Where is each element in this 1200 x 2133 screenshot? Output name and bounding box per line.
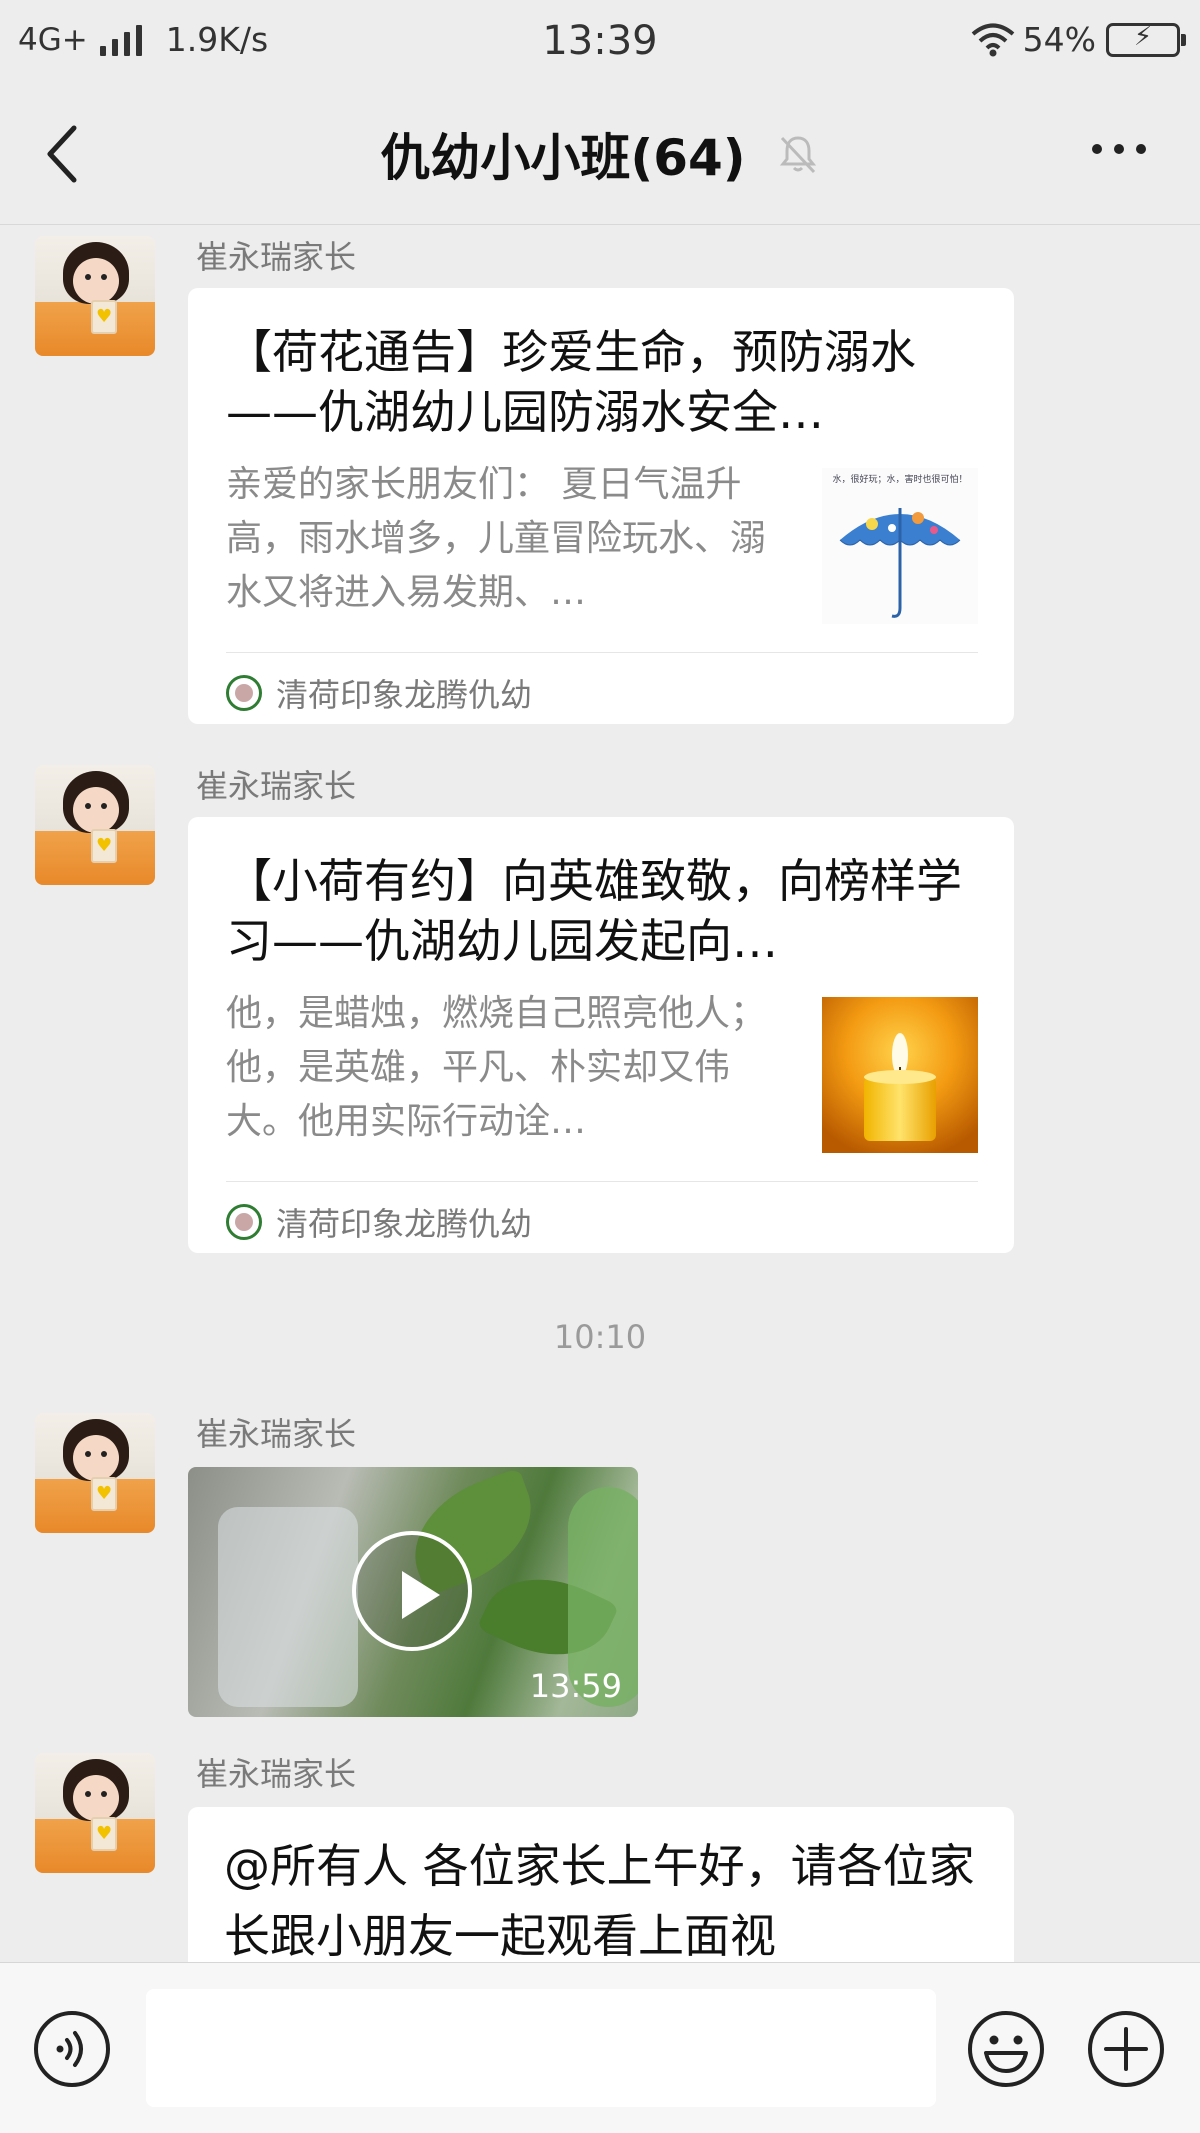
article-card[interactable]: 【荷花通告】珍爱生命，预防溺水——仇湖幼儿园防溺水安全… 亲爱的家长朋友们： 夏… xyxy=(188,288,1014,724)
video-message[interactable]: 13:59 xyxy=(188,1467,638,1717)
input-bar xyxy=(0,1962,1200,2133)
play-icon[interactable] xyxy=(352,1531,472,1651)
time-divider: 10:10 xyxy=(553,1318,647,1356)
chat-title: 仇幼小小班(64) xyxy=(380,129,746,187)
article-description: 亲爱的家长朋友们： 夏日气温升高，雨水增多，儿童冒险玩水、溺水又将进入易发期、… xyxy=(226,464,767,613)
source-logo-icon xyxy=(226,1204,262,1240)
sender-name: 崔永瑞家长 xyxy=(196,1415,357,1453)
bell-muted-icon xyxy=(779,136,816,174)
battery-icon: ⚡ xyxy=(1106,22,1186,57)
text-message[interactable]: @所有人 各位家长上午好，请各位家长跟小朋友一起观看上面视 xyxy=(188,1807,1014,1962)
message-input[interactable] xyxy=(146,1989,936,2107)
article-title: 【荷花通告】珍爱生命，预防溺水——仇湖幼儿园防溺水安全… xyxy=(226,325,916,439)
chat-header: 仇幼小小班(64) xyxy=(0,84,1200,225)
umbrella-image: 水，很好玩；水，害时也很可怕！ xyxy=(822,468,978,624)
more-icon[interactable] xyxy=(1092,144,1146,154)
article-source: 清荷印象龙腾仇幼 xyxy=(226,670,532,716)
candle-image xyxy=(822,997,978,1153)
message-list[interactable]: ♥ 崔永瑞家长 【荷花通告】珍爱生命，预防溺水——仇湖幼儿园防溺水安全… 亲爱的… xyxy=(0,226,1200,1962)
thumbnail-caption: 水，很好玩；水，害时也很可怕！ xyxy=(832,473,967,485)
avatar[interactable]: ♥ xyxy=(35,236,155,356)
voice-icon[interactable] xyxy=(32,2009,112,2089)
article-description: 他，是蜡烛，燃烧自己照亮他人；他，是英雄，平凡、朴实却又伟大。他用实际行动诠… xyxy=(226,993,767,1142)
avatar[interactable]: ♥ xyxy=(35,1753,155,1873)
card-divider xyxy=(226,1181,978,1182)
status-bar: 4G+ 1.9K/s 13:39 54% ⚡ xyxy=(0,0,1200,84)
article-thumbnail: 水，很好玩；水，害时也很可怕！ xyxy=(822,468,978,624)
article-title: 【小荷有约】向英雄致敬，向榜样学习——仇湖幼儿园发起向… xyxy=(226,854,962,968)
sender-name: 崔永瑞家长 xyxy=(196,1755,357,1793)
source-name: 清荷印象龙腾仇幼 xyxy=(276,1205,533,1243)
avatar[interactable]: ♥ xyxy=(35,765,155,885)
article-source: 清荷印象龙腾仇幼 xyxy=(226,1199,532,1245)
article-thumbnail xyxy=(822,997,978,1153)
source-name: 清荷印象龙腾仇幼 xyxy=(276,676,533,714)
emoji-icon[interactable] xyxy=(966,2009,1046,2089)
sender-name: 崔永瑞家长 xyxy=(196,238,357,276)
sender-name: 崔永瑞家长 xyxy=(196,767,357,805)
status-right: 54% ⚡ xyxy=(971,20,1186,59)
battery-percent: 54% xyxy=(1022,20,1096,59)
avatar[interactable]: ♥ xyxy=(35,1413,155,1533)
wifi-icon xyxy=(971,23,1014,56)
video-duration: 13:59 xyxy=(529,1667,622,1705)
article-card[interactable]: 【小荷有约】向英雄致敬，向榜样学习——仇湖幼儿园发起向… 他，是蜡烛，燃烧自己照… xyxy=(188,817,1014,1253)
plus-icon[interactable] xyxy=(1086,2009,1166,2089)
card-divider xyxy=(226,652,978,653)
chat-title-wrap: 仇幼小小班(64) xyxy=(0,118,1200,190)
source-logo-icon xyxy=(226,675,262,711)
